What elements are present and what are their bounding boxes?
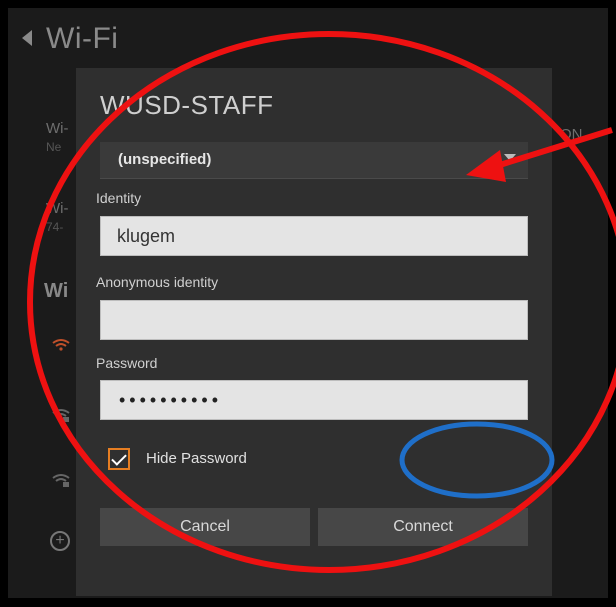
hide-password-checkbox[interactable] bbox=[108, 448, 130, 470]
cancel-button[interactable]: Cancel bbox=[100, 508, 310, 546]
identity-label: Identity bbox=[96, 190, 142, 206]
add-network-icon[interactable]: + bbox=[50, 531, 70, 551]
connect-button[interactable]: Connect bbox=[318, 508, 528, 546]
password-mask: •••••••••• bbox=[119, 390, 223, 410]
wifi-locked-icon-2 bbox=[52, 474, 70, 487]
dialog-title: WUSD-STAFF bbox=[100, 90, 274, 120]
hide-password-label: Hide Password bbox=[146, 450, 247, 467]
network-row-2-name: Wi- bbox=[46, 200, 69, 217]
anonymous-identity-label: Anonymous identity bbox=[96, 274, 219, 290]
page-title: Wi-Fi bbox=[46, 22, 119, 55]
top-bar: Wi-Fi bbox=[8, 8, 608, 70]
identity-field[interactable]: klugem bbox=[100, 216, 528, 256]
wifi-locked-icon bbox=[52, 409, 70, 422]
identity-value: klugem bbox=[117, 226, 176, 246]
password-label: Password bbox=[96, 355, 158, 371]
anonymous-identity-field[interactable] bbox=[100, 300, 528, 340]
certificate-select-value: (unspecified) bbox=[118, 151, 212, 168]
network-row-2-detail: 74- bbox=[46, 220, 64, 234]
network-row-1-name: Wi- bbox=[46, 120, 69, 137]
back-arrow-icon[interactable] bbox=[22, 30, 32, 46]
chevron-down-icon bbox=[504, 154, 516, 161]
wifi-credentials-dialog: WUSD-STAFF (unspecified) Identity klugem… bbox=[76, 68, 552, 596]
network-row-1-state: ON bbox=[560, 126, 583, 143]
networks-section-header: Wi bbox=[44, 280, 69, 302]
password-field[interactable]: •••••••••• bbox=[100, 380, 528, 420]
network-row-1-status: Ne bbox=[46, 140, 62, 154]
certificate-select[interactable]: (unspecified) bbox=[100, 142, 528, 179]
wifi-signal-icon bbox=[52, 339, 70, 351]
screen: Wi-Fi Wi- Ne ON Wi- 74- Wi + WUSD-STAFF … bbox=[8, 8, 608, 598]
